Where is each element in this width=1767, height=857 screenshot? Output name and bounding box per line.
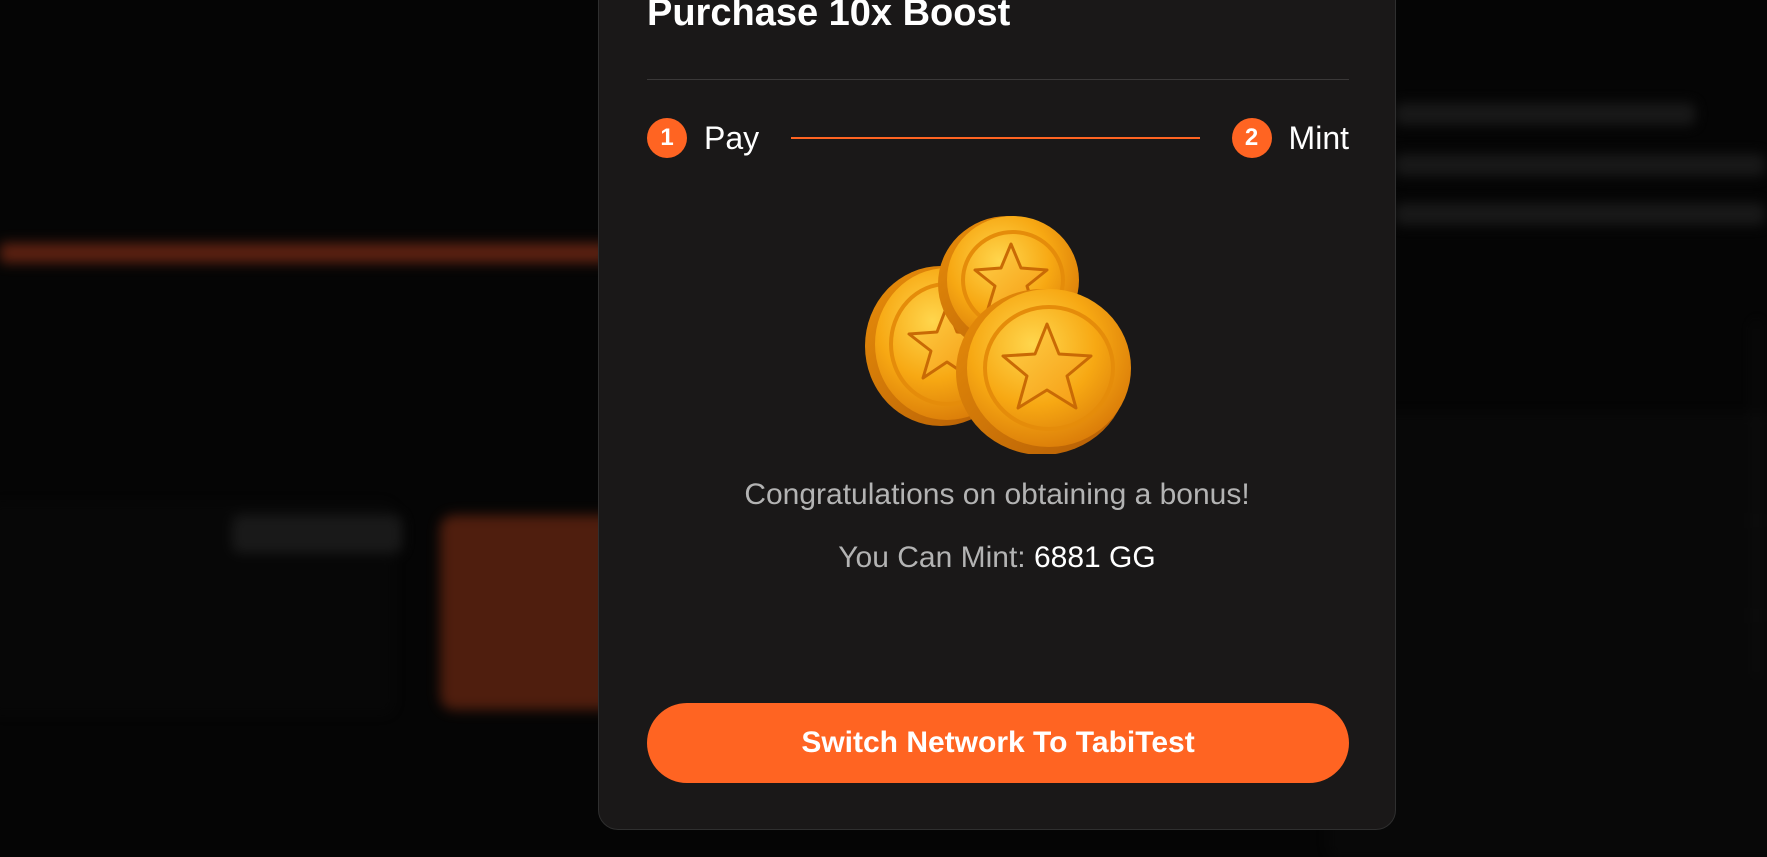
background-text-line	[1395, 103, 1695, 125]
step-pay: 1 Pay	[647, 118, 759, 158]
step-connector-line	[791, 137, 1200, 139]
background-card	[0, 505, 392, 712]
step-number-badge: 2	[1231, 118, 1272, 158]
purchase-boost-modal: Purchase 10x Boost 1 Pay 2 Mint Congratu…	[598, 0, 1396, 830]
gold-star-coins-icon	[865, 216, 1131, 454]
background-text-line	[1395, 154, 1765, 176]
mint-amount-line: You Can Mint: 6881 GG	[599, 541, 1395, 575]
bonus-message: Congratulations on obtaining a bonus!	[744, 478, 1250, 511]
step-label: Pay	[704, 119, 760, 156]
background-text-line	[1395, 203, 1765, 225]
step-number-badge: 1	[647, 118, 687, 158]
mint-amount-value: 6881 GG	[1033, 541, 1156, 574]
mint-label: You Can Mint:	[838, 541, 1026, 574]
switch-network-button[interactable]: Switch Network To TabiTest	[647, 703, 1349, 783]
background-edge	[1755, 320, 1767, 680]
background-progress-bar	[0, 243, 610, 263]
modal-title: Purchase 10x Boost	[647, 0, 1011, 34]
purchase-stepper: 1 Pay 2 Mint	[647, 117, 1349, 159]
background-pill	[232, 515, 402, 553]
step-label: Mint	[1288, 119, 1349, 156]
step-mint: 2 Mint	[1231, 118, 1349, 158]
modal-divider	[647, 79, 1349, 80]
coin-icon	[956, 289, 1131, 454]
